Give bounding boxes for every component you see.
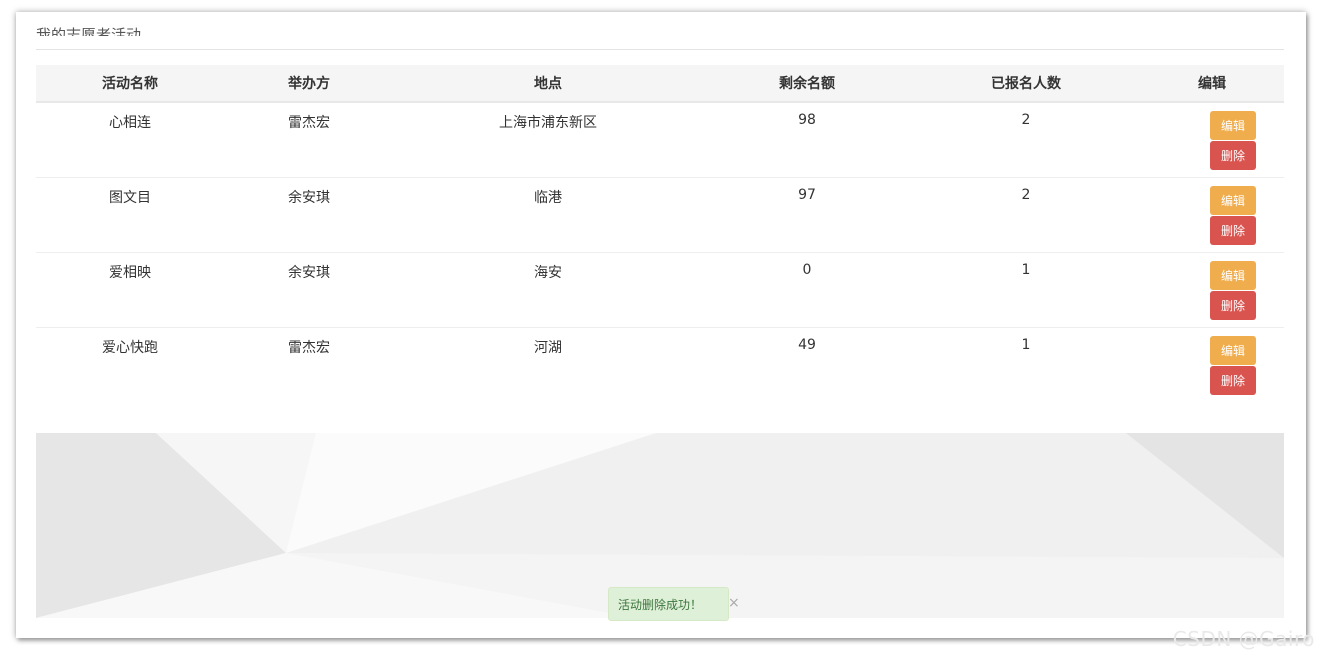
- cell-remaining: 97: [702, 176, 912, 252]
- cell-location: 临港: [394, 176, 702, 252]
- close-icon[interactable]: ×: [728, 595, 740, 611]
- edit-button[interactable]: 编辑: [1210, 111, 1256, 140]
- edit-button[interactable]: 编辑: [1210, 185, 1256, 215]
- cell-organizer: 雷杰宏: [224, 326, 394, 402]
- header-location: 地点: [394, 65, 702, 103]
- cell-actions: 编辑 删除: [1140, 326, 1284, 402]
- edit-button[interactable]: 编辑: [1210, 260, 1256, 290]
- header-remaining: 剩余名额: [702, 65, 912, 103]
- delete-button[interactable]: 删除: [1210, 290, 1256, 320]
- watermark: CSDN @Gairo: [1172, 627, 1315, 651]
- cell-actions: 编辑 删除: [1140, 251, 1284, 327]
- cell-registered: 2: [912, 176, 1140, 252]
- header-activity-name: 活动名称: [36, 65, 224, 103]
- section-title: 我的志愿者活动: [36, 26, 142, 36]
- app-window: 我的志愿者活动 活动名称 举办方 地点 剩余名额 已报名人数 编辑 心相连 雷杰…: [16, 12, 1306, 638]
- delete-button[interactable]: 删除: [1210, 215, 1256, 245]
- success-toast: 活动删除成功！: [608, 587, 729, 621]
- table-row: 爱相映 余安琪 海安 0 1 编辑 删除: [36, 251, 1284, 327]
- cell-organizer: 雷杰宏: [288, 115, 330, 131]
- header-organizer: 举办方: [224, 65, 394, 103]
- cell-actions: 编辑 删除: [1140, 102, 1284, 177]
- cell-location: 上海市浦东新区: [499, 115, 597, 131]
- edit-button[interactable]: 编辑: [1210, 335, 1256, 365]
- table-row: 心相连 雷杰宏 上海市浦东新区 98 2 编辑 删除: [36, 102, 1284, 177]
- table-row: 图文目 余安琪 临港 97 2 编辑 删除: [36, 176, 1284, 252]
- activity-table: 活动名称 举办方 地点 剩余名额 已报名人数 编辑 心相连 雷杰宏 上海市浦东新…: [36, 65, 1284, 402]
- cell-activity-name: 心相连: [109, 115, 151, 131]
- table-row: 爱心快跑 雷杰宏 河湖 49 1 编辑 删除: [36, 326, 1284, 402]
- cell-activity-name: 图文目: [36, 176, 224, 252]
- cell-remaining: 98: [798, 112, 816, 128]
- cell-organizer: 余安琪: [224, 176, 394, 252]
- cell-registered: 1: [912, 251, 1140, 327]
- cell-actions: 编辑 删除: [1140, 176, 1284, 252]
- title-divider: [36, 49, 1284, 50]
- delete-button[interactable]: 删除: [1210, 365, 1256, 395]
- cell-registered: 2: [1021, 112, 1031, 128]
- cell-registered: 1: [912, 326, 1140, 402]
- cell-location: 河湖: [394, 326, 702, 402]
- header-registered: 已报名人数: [912, 65, 1140, 103]
- delete-button[interactable]: 删除: [1210, 141, 1256, 170]
- cell-remaining: 49: [702, 326, 912, 402]
- table-header-row: 活动名称 举办方 地点 剩余名额 已报名人数 编辑: [36, 65, 1284, 103]
- cell-organizer: 余安琪: [224, 251, 394, 327]
- header-edit: 编辑: [1140, 65, 1284, 103]
- cell-remaining: 0: [702, 251, 912, 327]
- cell-activity-name: 爱心快跑: [36, 326, 224, 402]
- cell-location: 海安: [394, 251, 702, 327]
- cell-activity-name: 爱相映: [36, 251, 224, 327]
